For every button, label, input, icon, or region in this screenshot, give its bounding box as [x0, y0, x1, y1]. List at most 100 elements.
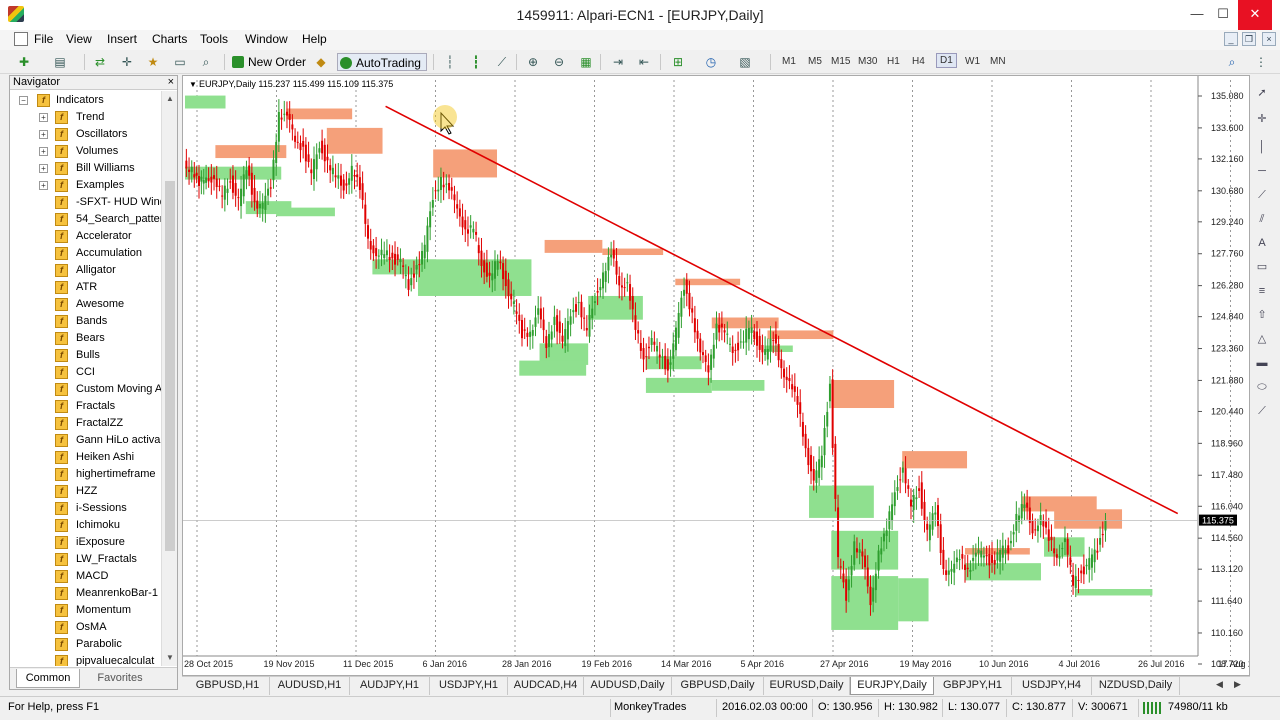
crosshair-icon[interactable]: ✛ [1254, 111, 1270, 127]
nav-indicator-item[interactable]: f Momentum [10, 602, 162, 619]
tab-favorites[interactable]: Favorites [86, 669, 154, 688]
tab-usdjpy-h1[interactable]: USDJPY,H1 [430, 677, 508, 695]
nav-indicator-item[interactable]: f Alligator [10, 262, 162, 279]
nav-indicator-item[interactable]: f Heiken Ashi [10, 449, 162, 466]
nav-indicator-item[interactable]: f -SFXT- HUD Wind [10, 194, 162, 211]
nav-folder-bill-williams[interactable]: + f Bill Williams [10, 160, 162, 177]
trendline-icon[interactable]: ⟋ [1254, 187, 1270, 203]
tab-audjpy-h1[interactable]: AUDJPY,H1 [350, 677, 430, 695]
menu-file[interactable]: File [34, 32, 53, 46]
new-chart-icon[interactable]: ✚ [14, 53, 34, 71]
expand-icon[interactable]: + [39, 113, 48, 122]
autotrading-button[interactable]: AutoTrading [337, 53, 427, 71]
tile-windows-icon[interactable]: ▦ [576, 53, 596, 71]
nav-indicator-item[interactable]: f Accumulation [10, 245, 162, 262]
nav-indicator-item[interactable]: f iExposure [10, 534, 162, 551]
timeframe-mn[interactable]: MN [990, 56, 1006, 67]
menu-tools[interactable]: Tools [200, 32, 228, 46]
nav-indicator-item[interactable]: f highertimeframe [10, 466, 162, 483]
nav-folder-examples[interactable]: + f Examples [10, 177, 162, 194]
nav-indicator-item[interactable]: f 54_Search_patter [10, 211, 162, 228]
timeframe-m5[interactable]: M5 [808, 56, 822, 67]
timeframe-m1[interactable]: M1 [782, 56, 796, 67]
chart-window-icon[interactable] [14, 32, 28, 46]
nav-indicator-item[interactable]: f MACD [10, 568, 162, 585]
mdi-restore-button[interactable]: ❐ [1242, 32, 1256, 46]
nav-indicator-item[interactable]: f Bands [10, 313, 162, 330]
channel-icon[interactable]: ⫽ [1254, 211, 1270, 227]
tabs-scroll-right-icon[interactable]: ▶ [1234, 679, 1241, 690]
zoom-in-icon[interactable]: ⊕ [523, 53, 543, 71]
menu-view[interactable]: View [66, 32, 92, 46]
price-chart[interactable]: 28 Oct 2015 19 Nov 2015 11 Dec 2015 6 Jan 2… [183, 76, 1249, 675]
tabs-scroll-left-icon[interactable]: ◀ [1216, 679, 1223, 690]
collapse-icon[interactable]: − [19, 96, 28, 105]
search-icon[interactable]: ⌕ [1222, 53, 1242, 71]
strategy-tester-icon[interactable]: ⌕ [196, 53, 216, 71]
navigator-icon[interactable]: ★ [143, 53, 163, 71]
scroll-up-icon[interactable]: ▲ [162, 91, 178, 107]
nav-indicator-item[interactable]: f CCI [10, 364, 162, 381]
tab-gbpusd-daily[interactable]: GBPUSD,Daily [672, 677, 764, 695]
tab-usdjpy-h4[interactable]: USDJPY,H4 [1012, 677, 1092, 695]
nav-root-indicators[interactable]: − f Indicators [10, 92, 162, 109]
navigator-close-button[interactable]: × [168, 76, 174, 89]
nav-indicator-item[interactable]: f LW_Fractals [10, 551, 162, 568]
periods-icon[interactable]: ◷ [701, 53, 721, 71]
text-icon[interactable]: A [1254, 235, 1270, 251]
timeframe-d1[interactable]: D1 [936, 53, 957, 68]
line-chart-icon[interactable]: ⟋ [492, 53, 512, 71]
close-button[interactable]: ✕ [1238, 0, 1272, 30]
mdi-close-button[interactable]: × [1262, 32, 1276, 46]
fibonacci-icon[interactable]: ≡ [1254, 283, 1270, 299]
metaeditor-icon[interactable]: ◆ [311, 53, 331, 71]
shapes-icon[interactable]: △ [1254, 331, 1270, 347]
timeframe-h1[interactable]: H1 [887, 56, 900, 67]
expand-icon[interactable]: + [39, 181, 48, 190]
menu-help[interactable]: Help [302, 32, 327, 46]
market-watch-icon[interactable]: ⇄ [90, 53, 110, 71]
nav-indicator-item[interactable]: f FractalZZ [10, 415, 162, 432]
ellipse-icon[interactable]: ⬭ [1254, 379, 1270, 395]
nav-indicator-item[interactable]: f pipvaluecalculat [10, 653, 162, 666]
zoom-out-icon[interactable]: ⊖ [549, 53, 569, 71]
nav-indicator-item[interactable]: f Accelerator [10, 228, 162, 245]
tab-gbpusd-h1[interactable]: GBPUSD,H1 [186, 677, 270, 695]
expand-icon[interactable]: + [39, 130, 48, 139]
nav-indicator-item[interactable]: f Gann HiLo activa [10, 432, 162, 449]
tab-eurusd-daily[interactable]: EURUSD,Daily [764, 677, 850, 695]
navigator-scrollbar[interactable]: ▲ ▼ [161, 91, 177, 666]
nav-indicator-item[interactable]: f MeanrenkoBar-1 [10, 585, 162, 602]
tab-audusd-daily[interactable]: AUDUSD,Daily [584, 677, 672, 695]
timeframe-w1[interactable]: W1 [965, 56, 980, 67]
profiles-icon[interactable]: ▤ [50, 53, 70, 71]
expand-icon[interactable]: + [39, 164, 48, 173]
nav-folder-oscillators[interactable]: + f Oscillators [10, 126, 162, 143]
nav-indicator-item[interactable]: f Ichimoku [10, 517, 162, 534]
menu-insert[interactable]: Insert [107, 32, 137, 46]
cursor-icon[interactable]: ➚ [1254, 85, 1270, 101]
menu-window[interactable]: Window [245, 32, 288, 46]
tab-audcad-h4[interactable]: AUDCAD,H4 [508, 677, 584, 695]
menu-charts[interactable]: Charts [152, 32, 187, 46]
ray-icon[interactable]: ⟋ [1254, 403, 1270, 419]
expand-icon[interactable]: + [39, 147, 48, 156]
nav-folder-volumes[interactable]: + f Volumes [10, 143, 162, 160]
scroll-down-icon[interactable]: ▼ [162, 650, 178, 666]
timeframe-m30[interactable]: M30 [858, 56, 877, 67]
nav-indicator-item[interactable]: f Parabolic [10, 636, 162, 653]
nav-indicator-item[interactable]: f ATR [10, 279, 162, 296]
data-window-icon[interactable]: ✛ [117, 53, 137, 71]
tab-common[interactable]: Common [16, 669, 80, 688]
bar-chart-icon[interactable]: ┆ [440, 53, 460, 71]
arrow-up-icon[interactable]: ⇧ [1254, 307, 1270, 323]
nav-indicator-item[interactable]: f Custom Moving A [10, 381, 162, 398]
horizontal-line-icon[interactable]: ─ [1254, 163, 1270, 179]
nav-indicator-item[interactable]: f Bulls [10, 347, 162, 364]
nav-indicator-item[interactable]: f Fractals [10, 398, 162, 415]
nav-indicator-item[interactable]: f Bears [10, 330, 162, 347]
timeframe-h4[interactable]: H4 [912, 56, 925, 67]
tab-eurjpy-daily[interactable]: EURJPY,Daily [850, 677, 934, 695]
chart-shift-icon[interactable]: ⇥ [608, 53, 628, 71]
nav-indicator-item[interactable]: f i-Sessions [10, 500, 162, 517]
